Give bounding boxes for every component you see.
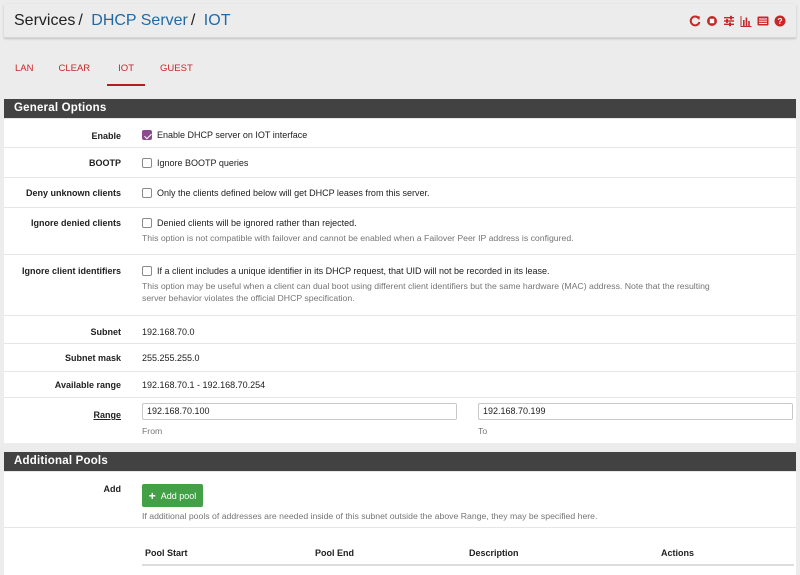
ignore-denied-text[interactable]: Denied clients will be ignored rather th… bbox=[157, 218, 357, 228]
add-pool-help: If additional pools of addresses are nee… bbox=[142, 511, 598, 521]
table-header-divider bbox=[142, 564, 794, 566]
add-pool-row: Add + Add pool If additional pools of ad… bbox=[4, 471, 796, 527]
available-range-value: 192.168.70.1 - 192.168.70.254 bbox=[142, 380, 266, 390]
breadcrumb: Services / DHCP Server / IOT bbox=[14, 12, 230, 30]
add-label: Add bbox=[103, 484, 122, 494]
subnet-label: Subnet bbox=[90, 327, 122, 337]
ignore-denied-field: Denied clients will be ignored rather th… bbox=[142, 218, 788, 244]
ignore-ident-help-line2: server behavior violates the official DH… bbox=[142, 293, 355, 303]
tab-lan[interactable]: LAN bbox=[4, 58, 44, 84]
settings-sliders-icon[interactable] bbox=[723, 15, 735, 27]
subnet-row: Subnet 192.168.70.0 bbox=[4, 315, 796, 343]
breadcrumb-separator: / bbox=[78, 12, 83, 29]
available-range-label: Available range bbox=[54, 380, 121, 390]
subnet-mask-label: Subnet mask bbox=[64, 353, 121, 363]
range-from-label: From bbox=[142, 426, 163, 436]
help-icon[interactable]: ? bbox=[774, 15, 786, 27]
enable-label: Enable bbox=[91, 131, 121, 141]
ignore-ident-field: If a client includes a unique identifier… bbox=[142, 266, 788, 304]
range-to-input[interactable]: 192.168.70.199 bbox=[478, 403, 793, 420]
column-pool-end: Pool End bbox=[315, 548, 354, 558]
general-options-panel: General Options Enable Enable DHCP serve… bbox=[4, 99, 796, 443]
range-from-input[interactable]: 192.168.70.100 bbox=[142, 403, 457, 420]
ignore-denied-row: Ignore denied clients Denied clients wil… bbox=[4, 207, 796, 254]
add-pool-button[interactable]: + Add pool bbox=[142, 484, 203, 507]
bootp-field: Ignore BOOTP queries bbox=[142, 158, 788, 168]
subnet-mask-value: 255.255.255.0 bbox=[142, 353, 200, 363]
bootp-checkbox[interactable] bbox=[142, 158, 152, 168]
deny-unknown-checkbox[interactable] bbox=[142, 188, 152, 198]
plus-icon: + bbox=[148, 488, 156, 503]
add-pool-button-label: Add pool bbox=[160, 490, 197, 501]
column-pool-start: Pool Start bbox=[145, 548, 188, 558]
subnet-mask-row: Subnet mask 255.255.255.0 bbox=[4, 343, 796, 371]
deny-unknown-text[interactable]: Only the clients defined below will get … bbox=[157, 188, 429, 198]
stop-service-icon[interactable] bbox=[706, 15, 718, 27]
deny-unknown-field: Only the clients defined below will get … bbox=[142, 188, 788, 198]
column-actions: Actions bbox=[661, 548, 695, 558]
range-row: Range 192.168.70.100 From 192.168.70.199… bbox=[4, 397, 796, 441]
additional-pools-title: Additional Pools bbox=[4, 452, 796, 471]
ignore-ident-checkbox[interactable] bbox=[142, 266, 152, 276]
page-header: Services / DHCP Server / IOT ? bbox=[4, 4, 796, 38]
pools-table: Pool Start Pool End Description Actions bbox=[4, 527, 796, 575]
ignore-ident-help-line1: This option may be useful when a client … bbox=[142, 281, 710, 291]
enable-field: Enable DHCP server on IOT interface bbox=[142, 130, 788, 140]
ignore-denied-checkbox[interactable] bbox=[142, 218, 152, 228]
available-range-row: Available range 192.168.70.1 - 192.168.7… bbox=[4, 371, 796, 397]
subnet-value: 192.168.70.0 bbox=[142, 327, 195, 337]
bootp-label: BOOTP bbox=[88, 158, 121, 168]
ignore-ident-label: Ignore client identifiers bbox=[21, 266, 121, 276]
deny-unknown-label: Deny unknown clients bbox=[25, 188, 121, 198]
column-description: Description bbox=[469, 548, 519, 558]
ignore-ident-help: This option may be useful when a client … bbox=[142, 280, 788, 304]
tab-clear[interactable]: CLEAR bbox=[44, 58, 104, 84]
header-toolbar: ? bbox=[689, 15, 786, 27]
deny-unknown-row: Deny unknown clients Only the clients de… bbox=[4, 177, 796, 207]
breadcrumb-separator: / bbox=[190, 12, 196, 29]
log-list-icon[interactable] bbox=[757, 15, 769, 27]
interface-tabs: LAN CLEAR IOT GUEST bbox=[4, 58, 204, 86]
additional-pools-panel: Additional Pools Add + Add pool If addit… bbox=[4, 452, 796, 575]
breadcrumb-iot[interactable]: IOT bbox=[204, 12, 231, 29]
enable-row: Enable Enable DHCP server on IOT interfa… bbox=[4, 118, 796, 147]
bootp-text[interactable]: Ignore BOOTP queries bbox=[157, 158, 248, 168]
ignore-ident-row: Ignore client identifiers If a client in… bbox=[4, 254, 796, 315]
enable-checkbox[interactable] bbox=[142, 130, 152, 140]
breadcrumb-dhcp-server[interactable]: DHCP Server bbox=[91, 12, 188, 29]
general-options-title: General Options bbox=[4, 99, 796, 118]
tab-guest[interactable]: GUEST bbox=[148, 58, 204, 84]
ignore-denied-help: This option is not compatible with failo… bbox=[142, 233, 574, 243]
ignore-ident-text[interactable]: If a client includes a unique identifier… bbox=[157, 266, 550, 276]
enable-text[interactable]: Enable DHCP server on IOT interface bbox=[157, 130, 307, 140]
ignore-denied-label: Ignore denied clients bbox=[30, 218, 121, 228]
tab-iot[interactable]: IOT bbox=[104, 58, 148, 86]
svg-text:?: ? bbox=[777, 16, 782, 26]
restart-service-icon[interactable] bbox=[689, 15, 701, 27]
range-to-label: To bbox=[478, 426, 488, 436]
chart-icon[interactable] bbox=[740, 15, 752, 27]
bootp-row: BOOTP Ignore BOOTP queries bbox=[4, 147, 796, 177]
breadcrumb-services: Services bbox=[14, 12, 76, 29]
range-label[interactable]: Range bbox=[4, 410, 121, 420]
